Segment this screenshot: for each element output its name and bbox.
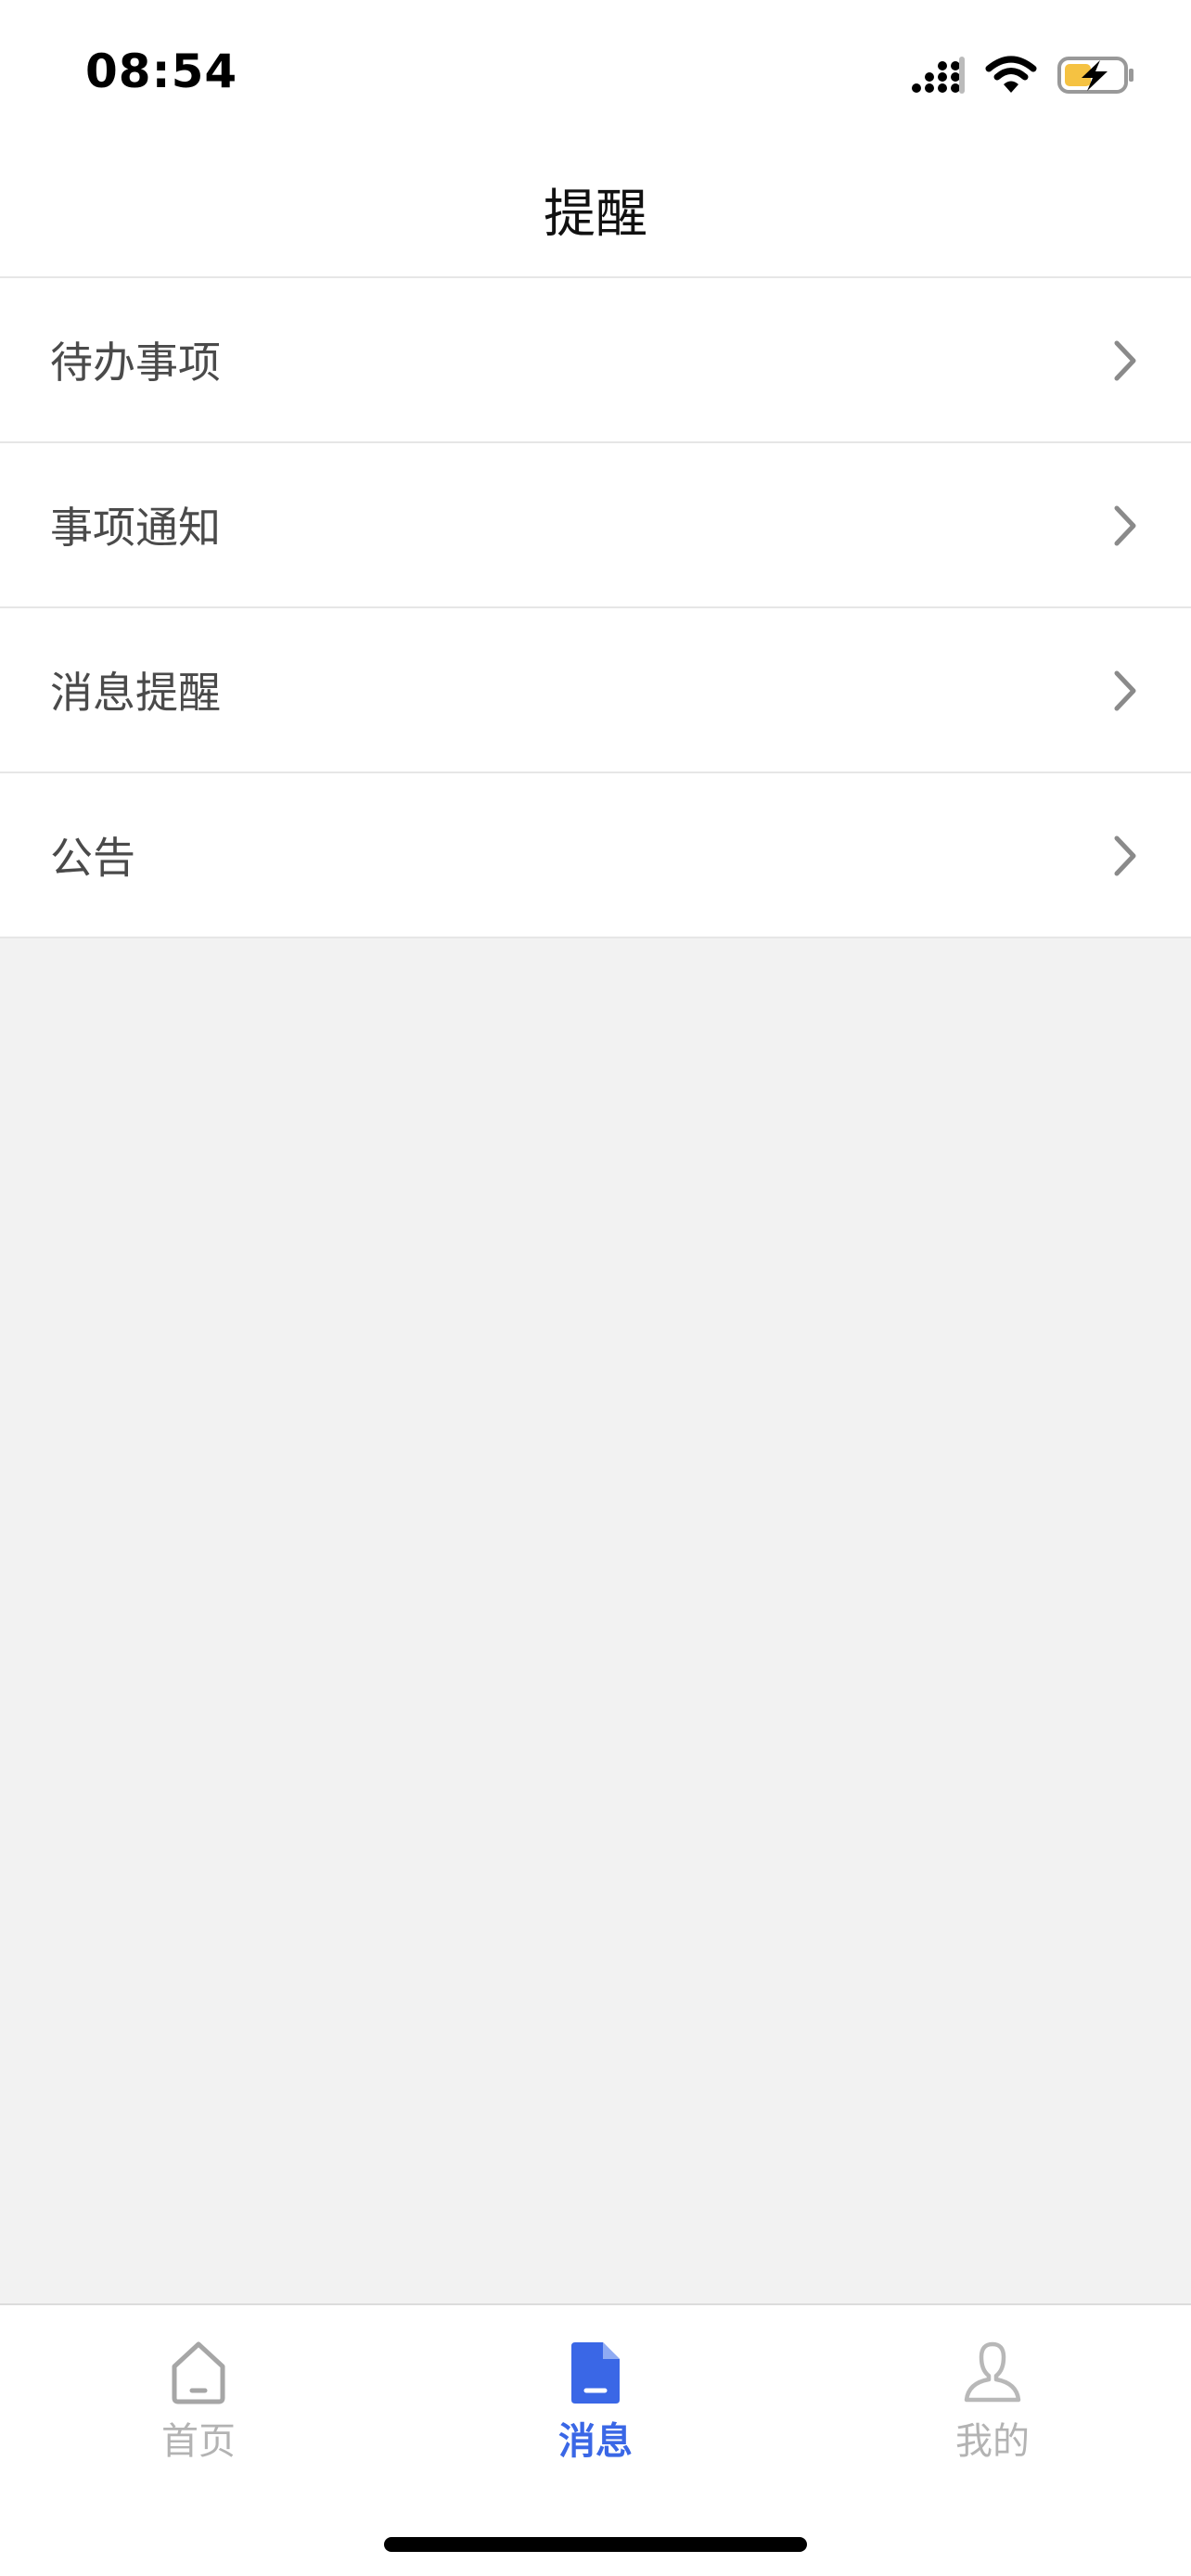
battery-charging-icon (1057, 57, 1133, 94)
tab-label: 我的 (955, 2420, 1030, 2463)
tab-messages[interactable]: 消息 (397, 2305, 794, 2491)
list-item-todo[interactable]: 待办事项 (0, 278, 1191, 443)
chevron-right-icon (1114, 340, 1136, 381)
tab-label: 首页 (161, 2420, 236, 2463)
home-indicator (384, 2537, 807, 2552)
list-item-notification[interactable]: 事项通知 (0, 443, 1191, 608)
tab-profile[interactable]: 我的 (794, 2305, 1191, 2491)
status-time: 08:54 (85, 45, 238, 98)
reminder-list: 待办事项 事项通知 消息提醒 公告 (0, 278, 1191, 938)
list-item-label: 待办事项 (50, 338, 221, 388)
list-item-message-reminder[interactable]: 消息提醒 (0, 608, 1191, 773)
chevron-right-icon (1114, 505, 1136, 546)
home-icon (172, 2341, 225, 2404)
list-item-announcement[interactable]: 公告 (0, 773, 1191, 938)
list-item-label: 公告 (50, 833, 135, 883)
tab-label: 消息 (558, 2420, 633, 2463)
list-item-label: 事项通知 (50, 503, 221, 553)
list-item-label: 消息提醒 (50, 668, 221, 718)
wifi-icon (985, 56, 1037, 93)
status-bar: 08:54 (0, 0, 1191, 139)
tab-home[interactable]: 首页 (0, 2305, 397, 2491)
nav-bar: 提醒 (0, 139, 1191, 278)
signal-icon (912, 57, 965, 94)
status-icons (911, 52, 1135, 98)
chevron-right-icon (1114, 835, 1136, 876)
message-document-icon (571, 2342, 620, 2404)
user-icon (964, 2341, 1021, 2403)
tab-bar: 首页 消息 我的 (0, 2303, 1191, 2576)
chevron-right-icon (1114, 670, 1136, 711)
page-title: 提醒 (544, 185, 647, 245)
